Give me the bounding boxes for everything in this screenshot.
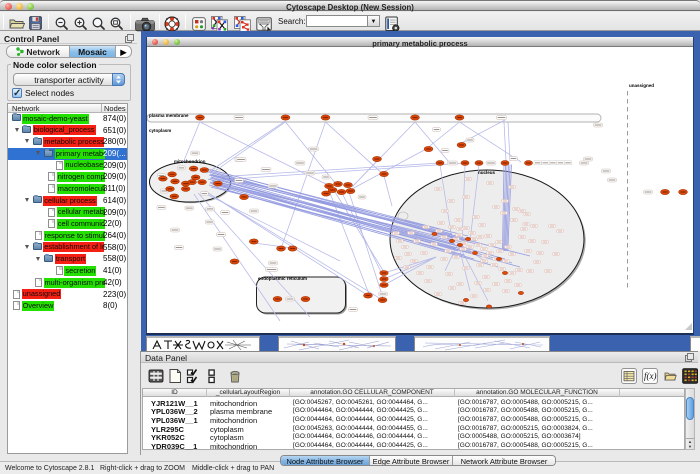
svg-text:f(x): f(x) [644,371,657,381]
